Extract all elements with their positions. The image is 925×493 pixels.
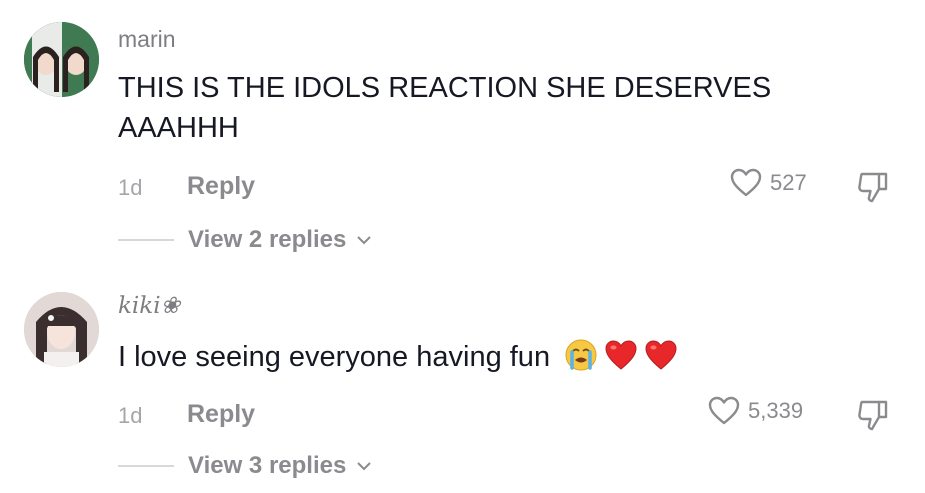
avatar[interactable]: [24, 22, 99, 97]
like-button[interactable]: 527: [730, 168, 807, 198]
view-replies-label: View 3 replies: [188, 452, 347, 479]
like-button[interactable]: 5,339: [708, 396, 803, 426]
red-heart-icon: [605, 340, 637, 370]
heart-outline-icon: [708, 396, 740, 425]
divider: [118, 465, 174, 467]
dislike-button[interactable]: [855, 397, 891, 433]
like-count: 5,339: [748, 398, 804, 423]
comment-text-body: I love seeing everyone having fun: [118, 341, 551, 373]
thumbs-down-icon: [858, 172, 888, 203]
comment-time: 1d: [118, 403, 143, 428]
chevron-down-icon: [357, 236, 372, 245]
divider: [118, 239, 174, 241]
thumbs-down-icon: [858, 400, 888, 431]
view-replies-label: View 2 replies: [188, 226, 347, 253]
like-count: 527: [770, 170, 807, 195]
comment-text: THIS IS THE IDOLS REACTION SHE DESERVES …: [118, 72, 772, 144]
view-replies-button[interactable]: View 3 replies: [118, 452, 372, 480]
comment-time: 1d: [118, 175, 143, 200]
heart-outline-icon: [730, 168, 762, 197]
reply-button[interactable]: Reply: [187, 172, 255, 201]
crying-face-icon: [565, 339, 597, 371]
comment-item: kiki❀ I love seeing everyone having fun …: [0, 275, 925, 493]
comment-text: I love seeing everyone having fun: [118, 337, 678, 377]
view-replies-button[interactable]: View 2 replies: [118, 226, 372, 254]
dislike-button[interactable]: [855, 169, 891, 205]
reply-button[interactable]: Reply: [187, 400, 255, 429]
username[interactable]: marin: [118, 26, 176, 53]
chevron-down-icon: [357, 462, 372, 471]
comment-item: marin THIS IS THE IDOLS REACTION SHE DES…: [0, 0, 925, 275]
username[interactable]: kiki❀: [118, 293, 180, 319]
red-heart-icon: [645, 340, 677, 370]
avatar[interactable]: [24, 292, 99, 367]
